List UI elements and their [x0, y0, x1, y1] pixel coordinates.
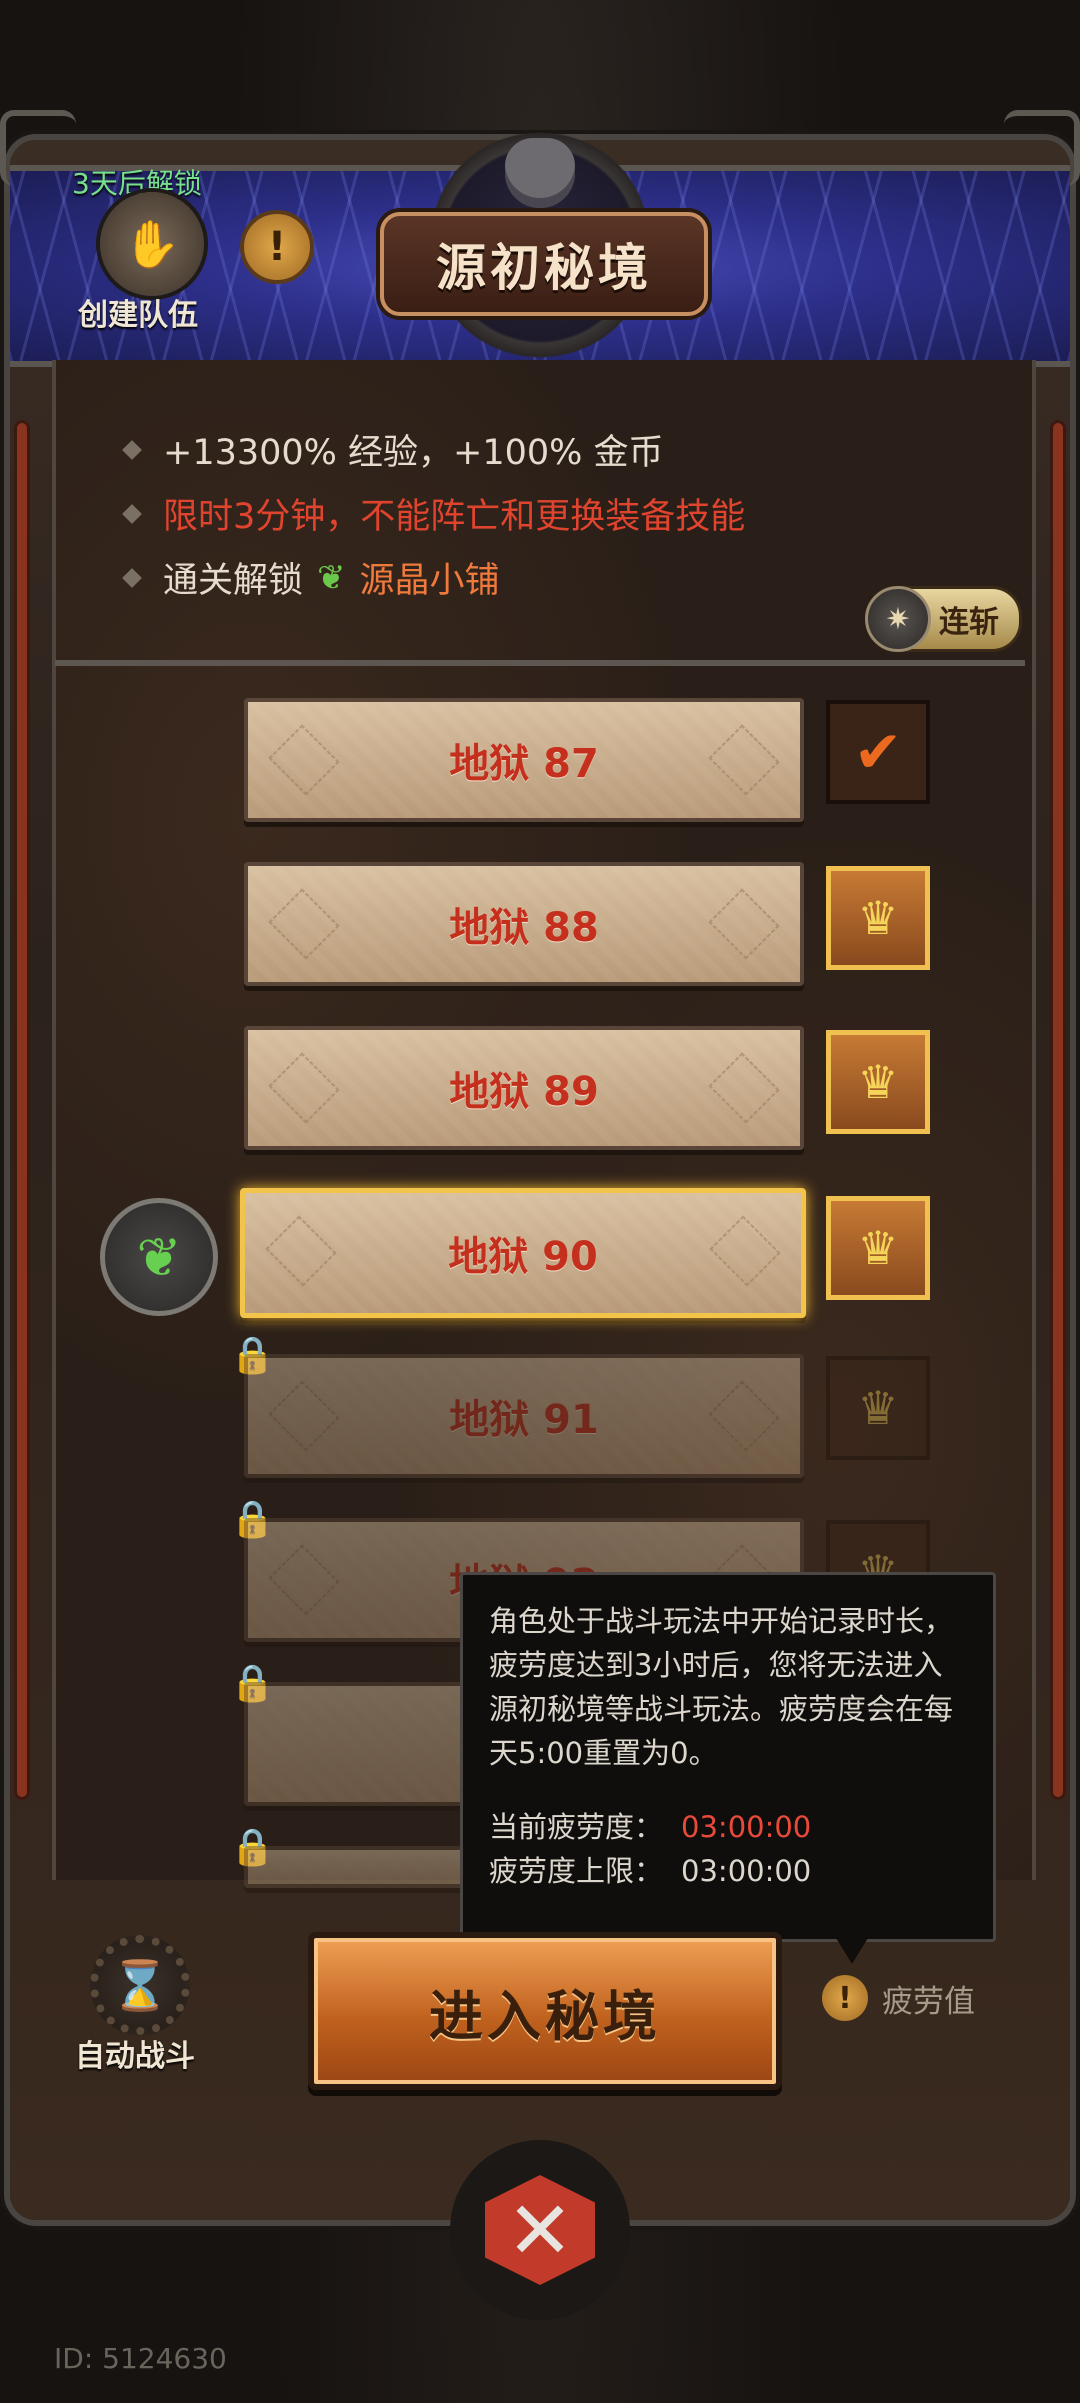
- knot-ornament: [268, 888, 340, 960]
- info-line-bonus: +13300% 经验，+100% 金币: [122, 424, 664, 475]
- fatigue-limit-label: 疲劳度上限：: [489, 1854, 664, 1888]
- right-side-bar: [1050, 420, 1066, 1800]
- fatigue-label: 疲劳值: [882, 1983, 975, 2020]
- current-fatigue-row: 当前疲劳度： 03:00:00: [489, 1805, 967, 1849]
- current-fatigue-value: 03:00:00: [681, 1810, 812, 1844]
- bullet-icon: [122, 439, 142, 460]
- close-button[interactable]: ✕: [450, 2140, 630, 2320]
- auto-battle-button[interactable]: ⌛ 自动战斗: [60, 1935, 210, 2074]
- create-team-label: 创建队伍: [78, 298, 198, 333]
- close-x-icon: ✕: [485, 2175, 595, 2285]
- left-side-bar: [14, 420, 30, 1800]
- level-label: 地狱 90: [448, 1234, 598, 1280]
- exclamation-icon: !: [267, 224, 287, 270]
- fatigue-info-button[interactable]: ! 疲劳值: [822, 1975, 975, 2021]
- create-team-button[interactable]: ✋: [100, 192, 204, 296]
- tooltip-body: 角色处于战斗玩法中开始记录时长，疲劳度达到3小时后，您将无法进入源初秘境等战斗玩…: [489, 1604, 954, 1770]
- level-label: 地狱 87: [449, 741, 599, 787]
- level-90-reward[interactable]: ♛: [826, 1196, 930, 1300]
- crystal-shop-link[interactable]: 源晶小铺: [360, 552, 500, 603]
- level-89-reward[interactable]: ♛: [826, 1030, 930, 1134]
- combo-label: 连斩: [939, 605, 999, 640]
- treasure-chest-icon: ♛: [857, 1055, 899, 1109]
- knot-ornament: [268, 724, 340, 796]
- exclamation-icon: !: [822, 1975, 868, 2021]
- level-label: 地狱 89: [449, 1069, 599, 1115]
- level-row-87[interactable]: 地狱 87: [244, 698, 804, 822]
- info-line-rules: 限时3分钟，不能阵亡和更换装备技能: [122, 488, 746, 539]
- bonus-text: +13300% 经验，+100% 金币: [163, 433, 664, 473]
- auto-battle-label: 自动战斗: [75, 2039, 195, 2074]
- section-divider: [55, 660, 1025, 666]
- fatigue-limit-row: 疲劳度上限： 03:00:00: [489, 1849, 967, 1893]
- level-87-reward[interactable]: ✔: [826, 700, 930, 804]
- info-warning-button[interactable]: !: [240, 210, 314, 284]
- knot-ornament: [708, 1052, 780, 1124]
- knot-ornament: [708, 888, 780, 960]
- treasure-chest-icon: ♛: [857, 1381, 899, 1435]
- unlock-prefix-text: 通关解锁: [163, 561, 304, 601]
- level-label: 地狱 91: [449, 1397, 599, 1443]
- level-row-91[interactable]: 地狱 91: [244, 1354, 804, 1478]
- knot-ornament: [268, 1380, 340, 1452]
- combo-toggle-button[interactable]: ✷ 连斩: [865, 586, 1022, 652]
- green-crystal-icon: ❦: [317, 557, 346, 598]
- knot-ornament: [708, 1380, 780, 1452]
- star-burst-icon: ✷: [865, 586, 931, 652]
- hand-bell-icon: ✋: [123, 216, 181, 271]
- rules-text: 限时3分钟，不能阵亡和更换装备技能: [163, 497, 746, 537]
- level-88-reward[interactable]: ♛: [826, 866, 930, 970]
- skull-ornament-icon: [505, 138, 575, 208]
- fatigue-tooltip: 角色处于战斗玩法中开始记录时长，疲劳度达到3小时后，您将无法进入源初秘境等战斗玩…: [460, 1572, 996, 1942]
- current-level-crystal-icon: ❦: [100, 1198, 218, 1316]
- level-row-88[interactable]: 地狱 88: [244, 862, 804, 986]
- level-row-90[interactable]: 地狱 90: [240, 1188, 806, 1318]
- enter-realm-label: 进入秘境: [429, 1984, 661, 2048]
- knot-ornament: [708, 724, 780, 796]
- checkmark-icon: ✔: [853, 718, 903, 786]
- knot-ornament: [268, 1544, 340, 1616]
- knot-ornament: [709, 1215, 781, 1287]
- treasure-chest-icon: ♛: [857, 1221, 899, 1275]
- knot-ornament: [265, 1215, 337, 1287]
- fatigue-limit-value: 03:00:00: [681, 1854, 812, 1888]
- treasure-chest-icon: ♛: [857, 891, 899, 945]
- enter-realm-button[interactable]: 进入秘境: [308, 1932, 782, 2090]
- level-row-89[interactable]: 地狱 89: [244, 1026, 804, 1150]
- bullet-icon: [122, 567, 142, 588]
- current-fatigue-label: 当前疲劳度：: [489, 1810, 664, 1844]
- page-title: 源初秘境: [380, 212, 708, 316]
- tooltip-arrow: [836, 1938, 868, 1964]
- level-label: 地狱 88: [449, 905, 599, 951]
- hourglass-gear-icon: ⌛: [90, 1935, 190, 2035]
- bullet-icon: [122, 503, 142, 524]
- level-91-reward[interactable]: ♛: [826, 1356, 930, 1460]
- page-title-text: 源初秘境: [436, 239, 652, 297]
- user-id: ID: 5124630: [54, 2342, 227, 2375]
- knot-ornament: [268, 1052, 340, 1124]
- info-line-unlock: 通关解锁 ❦ 源晶小铺: [122, 552, 500, 603]
